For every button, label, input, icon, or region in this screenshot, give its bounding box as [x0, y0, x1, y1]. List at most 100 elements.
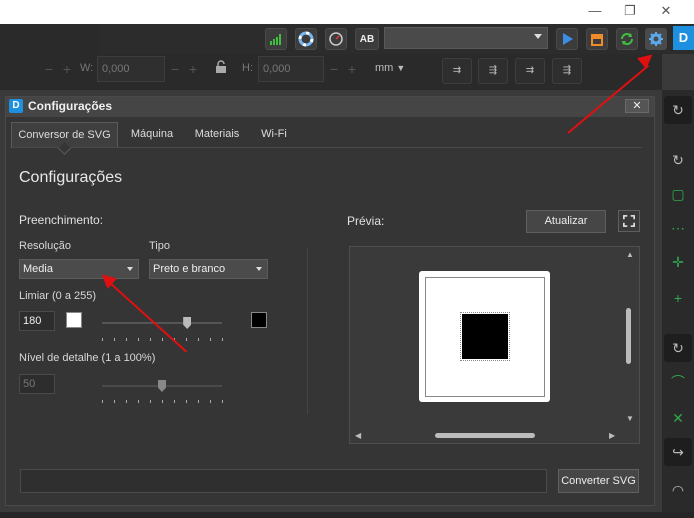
threshold-input[interactable]: 180 [19, 311, 55, 331]
section-divider [307, 248, 308, 414]
device-select[interactable] [384, 27, 548, 49]
tab-machine[interactable]: Máquina [124, 122, 180, 148]
slider-tick [222, 400, 223, 403]
black-color-swatch[interactable] [251, 312, 267, 328]
unit-select[interactable]: mm ▼ [375, 62, 405, 74]
align-left-button[interactable]: ⇉ [442, 58, 472, 84]
threshold-slider-ticks [102, 338, 224, 342]
refresh-icon [621, 33, 633, 45]
output-path-field[interactable] [20, 469, 547, 493]
chevron-down-icon [127, 267, 133, 271]
store-button[interactable] [586, 28, 608, 50]
gear-icon [649, 32, 663, 46]
slider-tick [210, 400, 211, 403]
refresh-button[interactable] [616, 28, 638, 50]
path-direction-icon[interactable]: ↪ [664, 438, 692, 466]
fullscreen-icon [623, 215, 635, 227]
decrease-height-button[interactable]: − [325, 56, 343, 82]
minimize-icon[interactable]: — [585, 3, 605, 19]
preview-label: Prévia: [347, 214, 385, 228]
help-button[interactable] [295, 28, 317, 50]
slider-tick [222, 338, 223, 341]
node-square-icon[interactable]: ▢ [664, 180, 692, 208]
width-input[interactable]: 0,000 [97, 56, 165, 82]
slider-tick [126, 338, 127, 341]
align-center-button[interactable]: ⇶ [478, 58, 508, 84]
dialog-close-button[interactable]: ✕ [625, 99, 649, 113]
slider-tick [138, 338, 139, 341]
status-strip [0, 512, 694, 518]
distribute-button[interactable]: ⇶ [552, 58, 582, 84]
toolbar-left-area [0, 24, 100, 54]
detail-label: Nível de detalhe (1 a 100%) [19, 352, 156, 364]
dialog-title: Configurações [28, 99, 113, 113]
fill-section-label: Preenchimento: [19, 213, 104, 227]
height-input[interactable]: 0,000 [258, 56, 324, 82]
rotate-alt-icon[interactable]: ↻ [664, 146, 692, 174]
detail-input[interactable]: 50 [19, 374, 55, 394]
crosshair-icon[interactable]: ✛ [664, 248, 692, 276]
arc-tool-icon[interactable]: ◠ [664, 476, 692, 504]
increase-height-button[interactable]: + [343, 56, 361, 82]
tab-materials[interactable]: Materiais [188, 122, 246, 148]
increase-width-button[interactable]: + [184, 56, 202, 82]
settings-button[interactable] [645, 28, 667, 50]
restore-icon[interactable]: ❐ [620, 3, 640, 19]
lock-icon[interactable] [214, 60, 228, 74]
app-logo-icon[interactable]: D [673, 26, 694, 50]
slider-tick [126, 400, 127, 403]
vertical-scrollbar[interactable] [626, 308, 631, 364]
play-button[interactable] [556, 28, 578, 50]
tab-divider [10, 147, 642, 148]
type-value: Preto e branco [153, 263, 226, 275]
slider-tick [162, 338, 163, 341]
tab-wifi[interactable]: Wi-Fi [254, 122, 294, 148]
close-window-icon[interactable]: ✕ [656, 3, 676, 19]
resolution-label: Resolução [19, 240, 71, 252]
decrease-x-button[interactable]: − [40, 56, 58, 82]
preview-shape [460, 312, 510, 361]
node-dashed-icon[interactable]: ⋯ [664, 214, 692, 242]
slider-tick [186, 400, 187, 403]
resolution-value: Media [23, 263, 53, 275]
text-mode-button[interactable]: AB [355, 28, 379, 50]
horizontal-scrollbar[interactable] [435, 433, 535, 438]
align-right-button[interactable]: ⇉ [515, 58, 545, 84]
scroll-left-icon[interactable]: ◀ [355, 431, 361, 440]
slider-tick [114, 400, 115, 403]
chevron-down-icon [256, 267, 262, 271]
convert-svg-button[interactable]: Converter SVG [558, 469, 639, 493]
threshold-label: Limiar (0 a 255) [19, 290, 97, 302]
scroll-down-icon[interactable]: ▼ [626, 414, 634, 423]
play-icon [563, 33, 573, 45]
gauge-icon [329, 32, 343, 46]
section-heading: Configurações [19, 169, 123, 186]
resolution-select[interactable]: Media [19, 259, 139, 279]
decrease-width-button[interactable]: − [166, 56, 184, 82]
width-label: W: [80, 62, 94, 74]
fullscreen-button[interactable] [618, 210, 640, 232]
slider-tick [138, 400, 139, 403]
slider-tick [198, 338, 199, 341]
cut-node-icon[interactable]: ✕ [664, 404, 692, 432]
update-button[interactable]: Atualizar [526, 210, 606, 233]
chevron-down-icon [534, 34, 542, 39]
chevron-down-icon: ▼ [396, 63, 406, 73]
wifi-signal-button[interactable] [265, 28, 287, 50]
threshold-slider-track[interactable] [102, 322, 222, 324]
slider-tick [150, 338, 151, 341]
scroll-right-icon[interactable]: ▶ [609, 431, 615, 440]
type-select[interactable]: Preto e branco [149, 259, 268, 279]
slider-tick [114, 338, 115, 341]
rotate-node-icon[interactable]: ↻ [664, 334, 692, 362]
slider-tick [198, 400, 199, 403]
scroll-up-icon[interactable]: ▲ [626, 250, 634, 259]
slider-tick [162, 400, 163, 403]
speed-button[interactable] [325, 28, 347, 50]
increase-x-button[interactable]: + [58, 56, 76, 82]
type-label: Tipo [149, 240, 170, 252]
add-node-icon[interactable]: + [664, 284, 692, 312]
rotate-tool-icon[interactable]: ↻ [664, 96, 692, 124]
curve-node-icon[interactable]: ⌒ [664, 368, 692, 396]
white-color-swatch[interactable] [66, 312, 82, 328]
